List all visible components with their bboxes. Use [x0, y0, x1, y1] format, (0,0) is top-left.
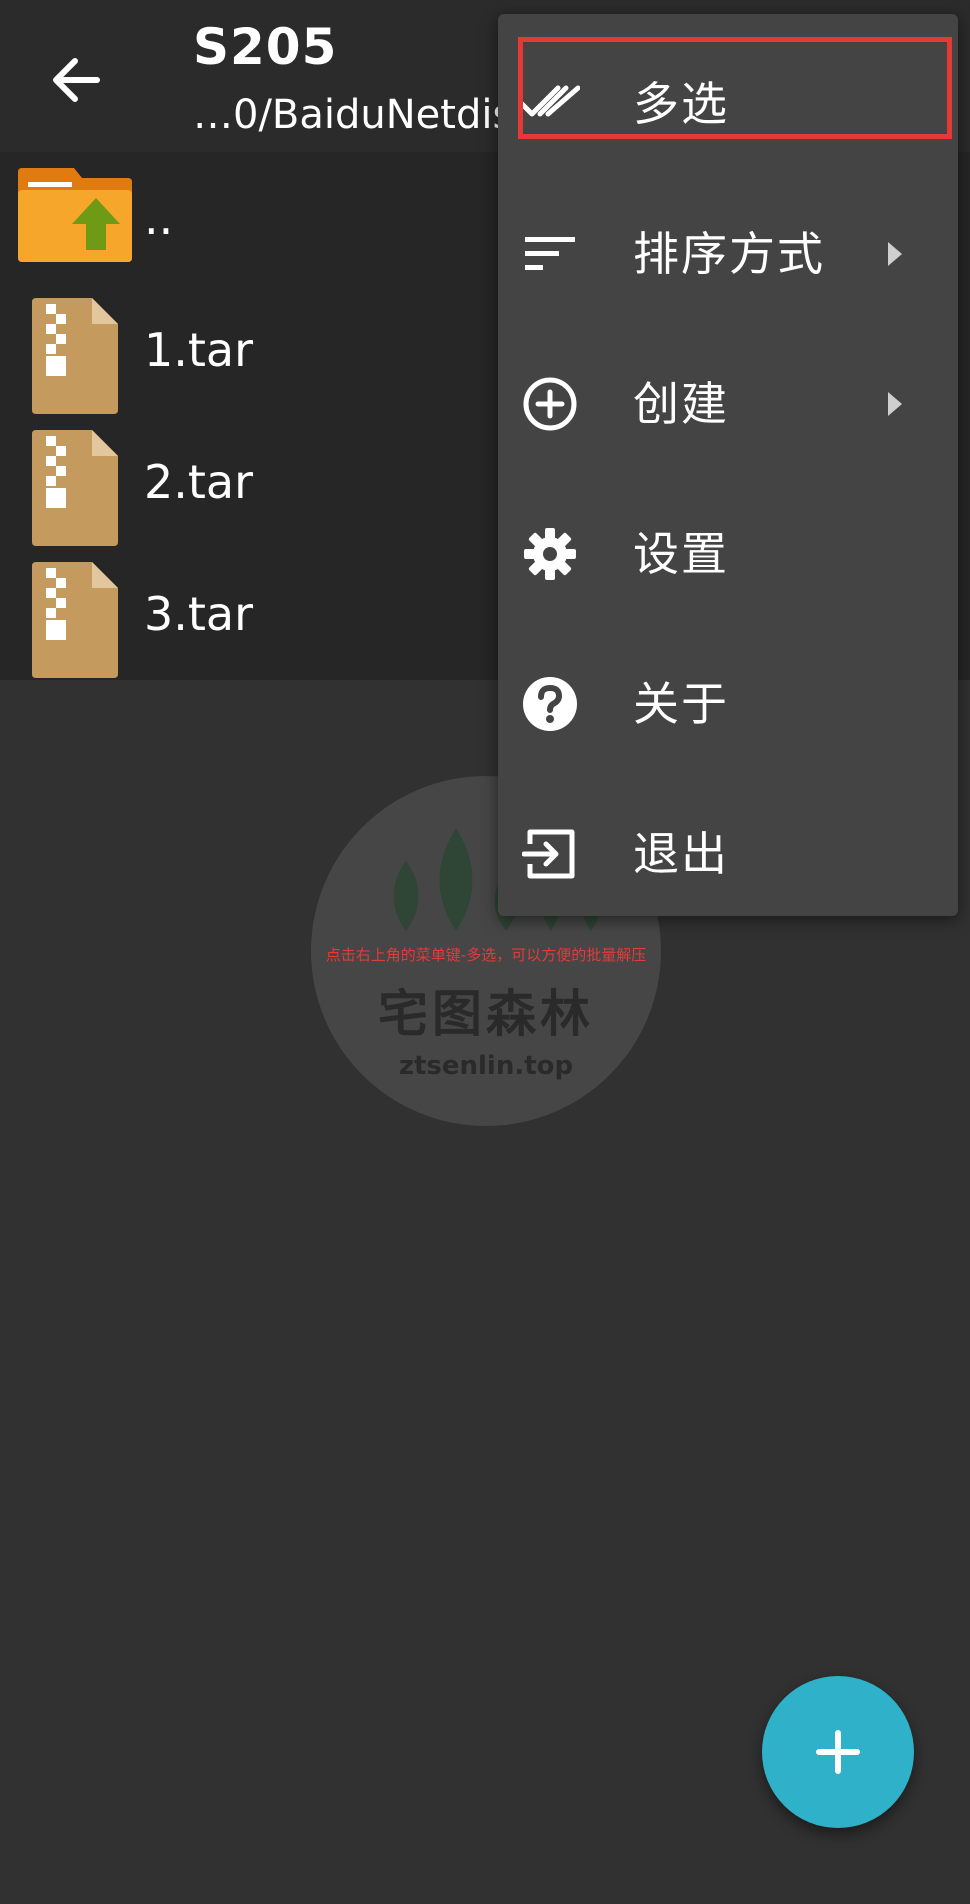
- list-item[interactable]: 3.tar: [0, 548, 500, 680]
- archive-file-icon: [32, 562, 118, 678]
- list-item[interactable]: 1.tar: [0, 284, 500, 416]
- menu-item-label: 创建: [633, 377, 729, 431]
- submenu-arrow-icon: [888, 242, 902, 266]
- arrow-back-icon: [53, 58, 100, 102]
- list-item[interactable]: ..: [0, 152, 500, 284]
- menu-item-label: 关于: [633, 677, 729, 731]
- menu-item-settings[interactable]: 设置: [498, 479, 958, 629]
- watermark-url: ztsenlin.top: [398, 1051, 574, 1081]
- help-circle-icon: [520, 674, 580, 734]
- menu-item-label: 排序方式: [633, 227, 825, 281]
- archive-file-icon: [32, 430, 118, 546]
- watermark-title: 宅图森林: [378, 985, 594, 1043]
- add-circle-icon: [520, 374, 580, 434]
- double-check-icon: [520, 74, 580, 134]
- list-item[interactable]: 2.tar: [0, 416, 500, 548]
- file-name: 2.tar: [144, 455, 254, 509]
- path-subtitle: …0/BaiduNetdisk: [193, 92, 498, 138]
- menu-item-label: 设置: [633, 527, 729, 581]
- menu-item-multi-select[interactable]: 多选: [498, 29, 958, 179]
- gear-icon: [520, 524, 580, 584]
- overflow-menu: 多选 排序方式 创建 设置 关于 退出: [498, 14, 958, 916]
- page-title: S205: [193, 18, 338, 76]
- menu-item-about[interactable]: 关于: [498, 629, 958, 779]
- archive-file-icon: [32, 298, 118, 414]
- file-name: 1.tar: [144, 323, 254, 377]
- menu-item-label: 退出: [633, 827, 729, 881]
- file-name: 3.tar: [144, 587, 254, 641]
- menu-item-label: 多选: [633, 77, 729, 131]
- menu-item-create[interactable]: 创建: [498, 329, 958, 479]
- exit-icon: [520, 824, 580, 884]
- folder-up-icon: [18, 168, 132, 262]
- menu-item-exit[interactable]: 退出: [498, 779, 958, 929]
- menu-item-sort[interactable]: 排序方式: [498, 179, 958, 329]
- watermark-caption: 点击右上角的菜单键-多选，可以方便的批量解压: [325, 946, 647, 964]
- sort-icon: [520, 224, 580, 284]
- plus-icon: [816, 1730, 860, 1774]
- back-button[interactable]: [44, 48, 108, 112]
- add-fab-button[interactable]: [762, 1676, 914, 1828]
- submenu-arrow-icon: [888, 392, 902, 416]
- file-name: ..: [144, 191, 174, 245]
